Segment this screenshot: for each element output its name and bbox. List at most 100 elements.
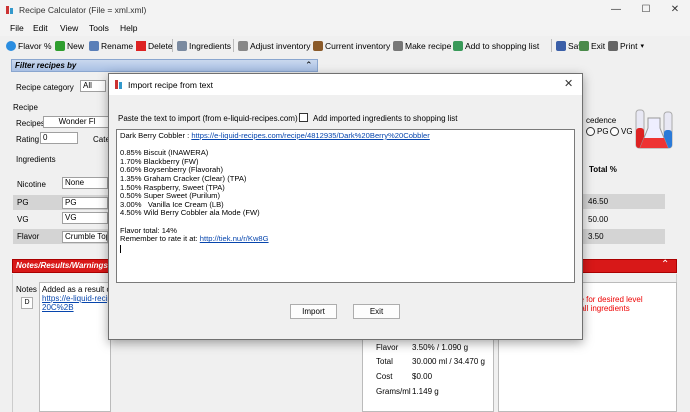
toolbar-separator <box>172 39 173 52</box>
dialog-body: Paste the text to import (from e-liquid-… <box>109 95 582 339</box>
result-label: Flavor <box>376 343 399 352</box>
recipe-category-select[interactable]: All <box>80 80 106 92</box>
total-value: 50.00 <box>588 215 609 224</box>
add-to-shopping-list-checkbox[interactable] <box>299 113 308 122</box>
ingredients-button[interactable]: Ingredients <box>177 39 231 52</box>
make-recipe-button[interactable]: Make recipe <box>393 39 451 52</box>
new-button[interactable]: New <box>55 39 84 52</box>
vg-select[interactable]: VG <box>62 212 108 224</box>
total-value: 3.50 <box>588 232 604 241</box>
adjust-inventory-button[interactable]: Adjust inventory <box>238 39 310 52</box>
delete-button[interactable]: Delete <box>136 39 173 52</box>
text-line-content: 4.50% Wild Berry Cobbler ala Mode (FW) <box>120 208 260 218</box>
notes-text: Added as a result of a <box>42 285 110 294</box>
flavor-percent-label: Flavor % <box>18 40 52 51</box>
delete-label: Delete <box>148 40 173 51</box>
menu-tools[interactable]: Tools <box>89 23 109 33</box>
dialog-title-bar: Import recipe from text ✕ <box>109 74 582 95</box>
recipe-text-area[interactable]: Dark Berry Cobbler : https://e-liquid-re… <box>116 129 575 283</box>
checkbox-label: Add imported ingredients to shopping lis… <box>313 114 458 123</box>
flavor-select[interactable]: Crumble Topp <box>62 231 108 243</box>
rename-icon <box>89 40 99 51</box>
pg-radio-label: PG <box>597 127 609 136</box>
result-value: 3.50% / 1.090 g <box>412 343 469 352</box>
ingredients-label: Ingredients <box>189 40 232 51</box>
import-button[interactable]: Import <box>290 304 337 319</box>
rating-value: 0 <box>43 133 48 142</box>
notes-link[interactable]: https://e-liquid-recipe <box>42 294 110 303</box>
plus-icon <box>55 40 65 51</box>
result-value: 30.000 ml / 34.470 g <box>412 357 485 366</box>
total-percent-header: Total % <box>589 165 617 174</box>
recipes-label: Recipes <box>16 119 45 128</box>
filter-panel-header[interactable]: Filter recipes by <box>11 59 318 72</box>
dialog-close-icon[interactable]: ✕ <box>564 77 573 90</box>
vg-radio[interactable] <box>610 127 619 136</box>
exit-dialog-button[interactable]: Exit <box>353 304 400 319</box>
notes-d-button[interactable]: D <box>21 297 33 309</box>
menu-view[interactable]: View <box>60 23 78 33</box>
text-line: Dark Berry Cobbler : https://e-liquid-re… <box>120 131 571 141</box>
recipe-category-label: Recipe category <box>16 83 74 92</box>
pg-select[interactable]: PG <box>62 197 108 209</box>
flavor-percent-button[interactable]: Flavor % <box>6 39 52 52</box>
current-inventory-button[interactable]: Current inventory <box>313 39 390 52</box>
total-row-flavor: 3.50 <box>583 229 665 244</box>
ingredients-section-title: Ingredients <box>16 155 56 164</box>
ingredient-name: Flavor <box>17 232 40 241</box>
text-line <box>120 218 571 227</box>
result-value: $0.00 <box>412 372 433 381</box>
recipe-link[interactable]: https://e-liquid-recipes.com/recipe/4812… <box>191 131 429 140</box>
precedence-label: cedence <box>586 116 617 125</box>
rename-label: Rename <box>101 40 134 51</box>
printer-icon <box>608 40 618 51</box>
filter-panel-title: Filter recipes by <box>15 61 77 70</box>
recipe-link[interactable]: http://tiek.nu/r/Kw8G <box>200 234 269 243</box>
print-label: Print <box>620 40 638 51</box>
exit-door-icon <box>579 40 589 51</box>
nicotine-select[interactable]: None <box>62 177 108 189</box>
menu-edit[interactable]: Edit <box>33 23 48 33</box>
import-recipe-dialog: Import recipe from text ✕ Paste the text… <box>108 73 583 340</box>
text-cursor <box>120 244 121 254</box>
dialog-title: Import recipe from text <box>128 80 214 90</box>
minimize-button[interactable]: — <box>601 3 631 17</box>
print-button[interactable]: Print ▾ <box>608 39 644 52</box>
add-to-shopping-list-button[interactable]: Add to shopping list <box>453 39 539 52</box>
adjust-inventory-label: Adjust inventory <box>250 40 311 51</box>
menu-file[interactable]: File <box>10 23 24 33</box>
ingredient-name: PG <box>17 198 29 207</box>
new-label: New <box>67 40 85 51</box>
maximize-button[interactable]: ☐ <box>631 3 661 17</box>
grid-icon <box>177 40 187 51</box>
text-line-content: Dark Berry Cobbler : <box>120 131 192 140</box>
down-arrow-icon <box>238 40 248 51</box>
notes-label: Notes <box>16 285 37 294</box>
rename-button[interactable]: Rename <box>89 39 133 52</box>
total-value: 46.50 <box>588 197 609 206</box>
exit-label: Exit <box>591 40 606 51</box>
collapse-chevron-icon[interactable]: ⌃ <box>661 259 669 270</box>
ingredient-name: VG <box>17 215 29 224</box>
collapse-chevron-icon[interactable]: ⌃ <box>305 60 313 71</box>
menu-help[interactable]: Help <box>120 23 137 33</box>
toolbar-separator <box>233 39 234 52</box>
delete-x-icon <box>136 40 146 51</box>
exit-button[interactable]: Exit <box>579 39 605 52</box>
app-flask-icon <box>115 80 122 89</box>
pg-radio[interactable] <box>586 127 595 136</box>
rating-stepper[interactable]: 0 <box>40 132 78 144</box>
recipes-select[interactable]: Wonder Fl <box>43 116 109 128</box>
close-window-button[interactable]: ✕ <box>660 3 690 17</box>
basket-icon <box>313 40 323 51</box>
floppy-disk-icon <box>556 40 566 51</box>
current-inventory-label: Current inventory <box>325 40 391 51</box>
window-title: Recipe Calculator (File = xml.xml) <box>19 5 147 15</box>
text-line: 4.50% Wild Berry Cobbler ala Mode (FW) <box>120 209 571 218</box>
app-flask-icon <box>6 6 13 14</box>
notes-link[interactable]: 20C%2B <box>42 303 108 312</box>
recipe-section-title: Recipe <box>13 103 38 112</box>
cart-icon <box>453 40 463 51</box>
notes-textbox[interactable]: Added as a result of a https://e-liquid-… <box>39 282 111 412</box>
toolbar: Flavor % New Rename Delete Ingredients A… <box>0 36 690 54</box>
